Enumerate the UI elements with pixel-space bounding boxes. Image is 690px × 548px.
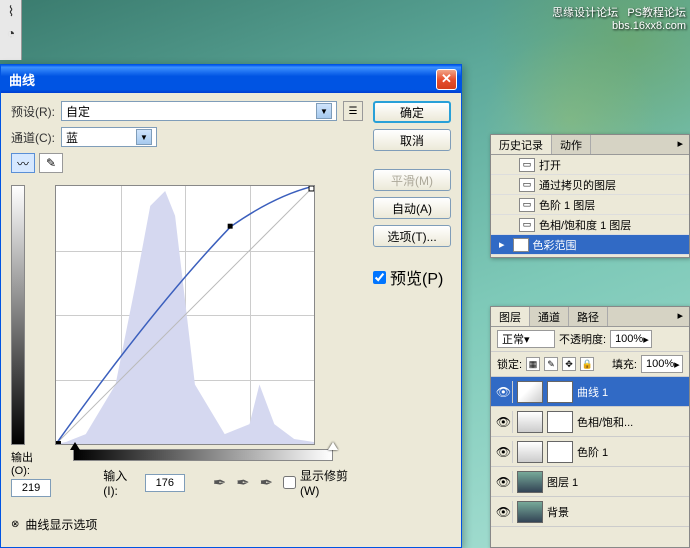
show-clipping-checkbox[interactable]: 显示修剪(W) xyxy=(283,467,363,498)
visibility-toggle-icon[interactable]: 👁 xyxy=(495,411,513,433)
tab-layers[interactable]: 图层 xyxy=(491,307,530,326)
white-point-slider[interactable] xyxy=(328,442,338,450)
current-step-icon: ▸ xyxy=(499,238,505,251)
channel-label: 通道(C): xyxy=(11,129,55,146)
dialog-title: 曲线 xyxy=(5,70,436,89)
opacity-label: 不透明度: xyxy=(559,331,606,347)
history-item[interactable]: ▸▭色彩范围 xyxy=(491,235,689,255)
opacity-input[interactable]: 100%▸ xyxy=(610,330,652,348)
mask-thumb-icon xyxy=(547,441,573,463)
black-eyedropper-icon[interactable]: ✒ xyxy=(213,473,226,493)
fill-label: 填充: xyxy=(612,356,637,372)
layer-thumb-icon xyxy=(517,501,543,523)
layer-item[interactable]: 👁 背景 xyxy=(491,497,689,527)
gray-eyedropper-icon[interactable]: ✒ xyxy=(236,473,249,493)
preset-menu-button[interactable]: ☰ xyxy=(343,101,363,121)
adjustment-thumb-icon xyxy=(517,441,543,463)
preset-select[interactable]: 自定 ▼ xyxy=(61,101,337,121)
chevron-right-icon[interactable]: ⊗ xyxy=(11,519,19,530)
tool-options-icon[interactable]: ◔ xyxy=(0,22,22,44)
smooth-button: 平滑(M) xyxy=(373,169,451,191)
visibility-toggle-icon[interactable]: 👁 xyxy=(495,501,513,523)
history-item[interactable]: ▭色阶 1 图层 xyxy=(491,195,689,215)
lock-position-icon[interactable]: ✥ xyxy=(562,357,576,371)
lasso-tool-icon[interactable]: ⌇ xyxy=(0,0,22,22)
layer-item[interactable]: 👁 色阶 1 xyxy=(491,437,689,467)
output-label: 输出(O): xyxy=(11,449,51,477)
dialog-titlebar[interactable]: 曲线 ✕ xyxy=(1,65,461,93)
layer-item[interactable]: 👁 曲线 1 xyxy=(491,377,689,407)
layer-item[interactable]: 👁 色相/饱和... xyxy=(491,407,689,437)
history-item[interactable]: ▭打开 xyxy=(491,155,689,175)
levels-icon: ▭ xyxy=(519,198,535,212)
display-options-toggle[interactable]: 曲线显示选项 xyxy=(25,516,97,533)
watermark: 思缘设计论坛 PS教程论坛 bbs.16xx8.com xyxy=(552,4,686,32)
visibility-toggle-icon[interactable]: 👁 xyxy=(495,471,513,493)
curve-line-icon xyxy=(56,186,314,444)
cancel-button[interactable]: 取消 xyxy=(373,129,451,151)
blend-mode-select[interactable]: 正常 ▾ xyxy=(497,330,555,348)
toolbox: ⌇ ◔ xyxy=(0,0,22,60)
layer-thumb-icon xyxy=(517,471,543,493)
input-label: 输入(I): xyxy=(103,467,141,498)
tab-paths[interactable]: 路径 xyxy=(569,307,608,326)
history-list: ▭打开 ▭通过拷贝的图层 ▭色阶 1 图层 ▭色相/饱和度 1 图层 ▸▭色彩范… xyxy=(491,155,689,255)
input-gradient-icon xyxy=(73,449,333,461)
mask-thumb-icon xyxy=(547,411,573,433)
preview-checkbox[interactable]: 预览(P) xyxy=(373,265,451,289)
colorrange-icon: ▭ xyxy=(513,238,529,252)
panel-menu-button[interactable]: ▸ xyxy=(671,135,689,154)
lock-all-icon[interactable]: 🔒 xyxy=(580,357,594,371)
chevron-down-icon: ▼ xyxy=(136,129,152,145)
history-item[interactable]: ▭色相/饱和度 1 图层 xyxy=(491,215,689,235)
curve-pencil-mode-button[interactable]: ✎ xyxy=(39,153,63,173)
close-button[interactable]: ✕ xyxy=(436,69,457,90)
adjustment-thumb-icon xyxy=(517,381,543,403)
input-input[interactable] xyxy=(145,474,185,492)
adjustment-thumb-icon xyxy=(517,411,543,433)
mask-thumb-icon xyxy=(547,381,573,403)
tab-actions[interactable]: 动作 xyxy=(552,135,591,154)
fill-input[interactable]: 100%▸ xyxy=(641,355,683,373)
lock-label: 锁定: xyxy=(497,356,522,372)
curve-graph[interactable] xyxy=(55,185,315,445)
output-gradient-icon xyxy=(11,185,25,445)
document-icon: ▭ xyxy=(519,158,535,172)
tab-history[interactable]: 历史记录 xyxy=(491,135,552,154)
ok-button[interactable]: 确定 xyxy=(373,101,451,123)
huesat-icon: ▭ xyxy=(519,218,535,232)
layer-list: 👁 曲线 1 👁 色相/饱和... 👁 色阶 1 👁 图层 1 👁 背景 xyxy=(491,377,689,527)
layers-panel: 图层 通道 路径 ▸ 正常 ▾ 不透明度: 100%▸ 锁定: ▦ ✎ ✥ 🔒 … xyxy=(490,306,690,548)
layer-icon: ▭ xyxy=(519,178,535,192)
layer-item[interactable]: 👁 图层 1 xyxy=(491,467,689,497)
history-panel: 历史记录 动作 ▸ ▭打开 ▭通过拷贝的图层 ▭色阶 1 图层 ▭色相/饱和度 … xyxy=(490,134,690,258)
curves-dialog: 曲线 ✕ 预设(R): 自定 ▼ ☰ 通道(C): 蓝 ▼ 〰 xyxy=(0,64,462,548)
chevron-down-icon: ▼ xyxy=(316,103,332,119)
curve-point-mode-button[interactable]: 〰 xyxy=(11,153,35,173)
auto-button[interactable]: 自动(A) xyxy=(373,197,451,219)
preset-label: 预设(R): xyxy=(11,103,55,120)
panel-menu-button[interactable]: ▸ xyxy=(671,307,689,326)
visibility-toggle-icon[interactable]: 👁 xyxy=(495,381,513,403)
black-point-slider[interactable] xyxy=(70,442,80,450)
channel-select[interactable]: 蓝 ▼ xyxy=(61,127,157,147)
lock-paint-icon[interactable]: ✎ xyxy=(544,357,558,371)
white-eyedropper-icon[interactable]: ✒ xyxy=(260,473,273,493)
tab-channels[interactable]: 通道 xyxy=(530,307,569,326)
lock-transparency-icon[interactable]: ▦ xyxy=(526,357,540,371)
visibility-toggle-icon[interactable]: 👁 xyxy=(495,441,513,463)
history-item[interactable]: ▭通过拷贝的图层 xyxy=(491,175,689,195)
output-input[interactable] xyxy=(11,479,51,497)
options-button[interactable]: 选项(T)... xyxy=(373,225,451,247)
